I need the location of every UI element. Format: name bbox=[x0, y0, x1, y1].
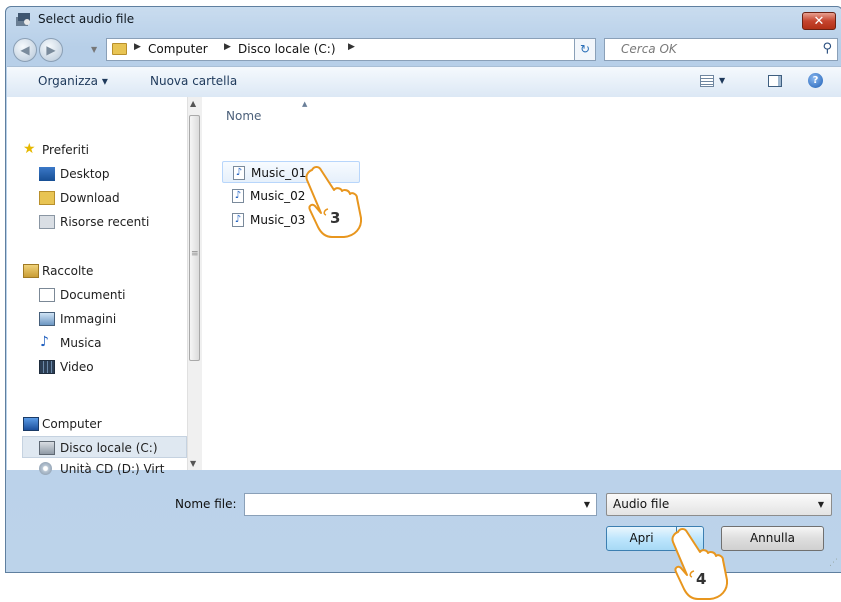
nav-item-label: Documenti bbox=[60, 288, 126, 302]
address-row: ◀ ▶ ▼ ▶ Computer ▶ Disco locale (C:) ▶ ▼… bbox=[6, 33, 841, 65]
step-3-hand-pointer-icon: 3 bbox=[305, 166, 363, 238]
close-button[interactable]: ✕ bbox=[802, 12, 836, 30]
breadcrumb-separator-icon[interactable]: ▶ bbox=[134, 42, 141, 52]
music-note-icon: ♪ bbox=[40, 334, 49, 350]
scroll-grip-icon: ≡ bbox=[191, 249, 199, 259]
refresh-button[interactable]: ↻ bbox=[574, 38, 596, 61]
refresh-icon: ↻ bbox=[579, 42, 591, 56]
audio-file-icon: ♪ bbox=[232, 213, 244, 227]
forward-button[interactable]: ▶ bbox=[39, 38, 63, 62]
scroll-down-icon[interactable]: ▼ bbox=[190, 459, 196, 468]
navigation-scrollbar[interactable]: ▲ ≡ ▼ bbox=[187, 97, 202, 470]
video-icon bbox=[39, 360, 55, 374]
audio-file-icon: ♪ bbox=[233, 166, 245, 180]
nav-item-label: Musica bbox=[60, 336, 102, 350]
documents-icon bbox=[39, 288, 55, 302]
sort-ascending-icon: ▲ bbox=[302, 100, 308, 108]
filename-input[interactable]: ▼ bbox=[244, 493, 597, 516]
audio-file-icon: ♪ bbox=[232, 189, 244, 203]
breadcrumb-computer[interactable]: Computer bbox=[148, 42, 208, 56]
nav-item-documents[interactable]: Documenti bbox=[7, 284, 187, 306]
nav-item-disco-locale[interactable]: Disco locale (C:) bbox=[22, 436, 187, 458]
search-placeholder: Cerca OK bbox=[621, 42, 677, 56]
back-arrow-icon: ◀ bbox=[20, 43, 30, 57]
navigation-pane: ★ Preferiti Desktop Download Risorse rec… bbox=[7, 97, 202, 476]
recent-places-icon bbox=[39, 215, 55, 229]
recent-pages-chevron-down-icon[interactable]: ▼ bbox=[91, 45, 97, 54]
resize-grip-icon[interactable]: ⋰ bbox=[829, 558, 838, 568]
scroll-up-icon[interactable]: ▲ bbox=[190, 99, 196, 108]
forward-arrow-icon: ▶ bbox=[46, 43, 56, 57]
nav-group-computer[interactable]: Computer bbox=[7, 413, 187, 435]
breadcrumb-separator-icon[interactable]: ▶ bbox=[224, 42, 231, 52]
nav-group-favorites[interactable]: ★ Preferiti bbox=[7, 139, 187, 161]
breadcrumb-disco-locale[interactable]: Disco locale (C:) bbox=[238, 42, 336, 56]
title-bar[interactable]: Select audio file ✕ bbox=[6, 7, 841, 33]
step-3-number: 3 bbox=[330, 209, 340, 227]
change-view-icon[interactable] bbox=[700, 75, 714, 87]
step-4-hand-pointer-icon: 4 bbox=[671, 528, 729, 600]
file-type-value: Audio file bbox=[613, 497, 670, 511]
address-bar[interactable]: ▶ Computer ▶ Disco locale (C:) ▶ ▼ bbox=[106, 38, 588, 61]
step-4-number: 4 bbox=[696, 570, 706, 588]
view-options-chevron-down-icon[interactable]: ▼ bbox=[719, 76, 725, 85]
nav-group-computer-label: Computer bbox=[42, 417, 102, 431]
preview-pane-icon[interactable] bbox=[768, 75, 782, 87]
command-toolbar: Organizza ▾ Nuova cartella ▼ ? bbox=[7, 66, 841, 98]
cancel-button-label: Annulla bbox=[749, 531, 796, 545]
app-icon bbox=[16, 13, 30, 26]
nav-group-favorites-label: Preferiti bbox=[42, 143, 89, 157]
cancel-button[interactable]: Annulla bbox=[721, 526, 824, 551]
file-type-select[interactable]: Audio file ▼ bbox=[606, 493, 832, 516]
nav-item-pictures[interactable]: Immagini bbox=[7, 308, 187, 330]
search-input[interactable]: Cerca OK ⚲ bbox=[604, 38, 838, 61]
nav-item-recent[interactable]: Risorse recenti bbox=[7, 211, 187, 233]
file-type-chevron-down-icon: ▼ bbox=[817, 500, 824, 509]
desktop-icon bbox=[39, 167, 55, 181]
libraries-icon bbox=[23, 264, 39, 278]
close-icon: ✕ bbox=[813, 14, 825, 29]
nav-group-libraries-label: Raccolte bbox=[42, 264, 94, 278]
nav-item-label: Risorse recenti bbox=[60, 215, 150, 229]
new-folder-button[interactable]: Nuova cartella bbox=[150, 74, 237, 88]
nav-item-video[interactable]: Video bbox=[7, 356, 187, 378]
help-icon[interactable]: ? bbox=[808, 73, 823, 88]
folder-icon bbox=[112, 43, 127, 55]
nav-item-label: Download bbox=[60, 191, 120, 205]
filename-history-chevron-down-icon[interactable]: ▼ bbox=[584, 500, 590, 509]
back-button[interactable]: ◀ bbox=[13, 38, 37, 62]
nav-item-download[interactable]: Download bbox=[7, 187, 187, 209]
column-header-name[interactable]: Nome bbox=[226, 109, 261, 123]
search-icon[interactable]: ⚲ bbox=[822, 41, 832, 56]
window-title: Select audio file bbox=[38, 12, 135, 26]
nav-group-libraries[interactable]: Raccolte bbox=[7, 260, 187, 282]
hard-drive-icon bbox=[39, 441, 55, 455]
filename-label: Nome file: bbox=[175, 497, 237, 511]
pictures-icon bbox=[39, 312, 55, 326]
organize-button[interactable]: Organizza ▾ bbox=[38, 74, 108, 88]
scrollbar-thumb[interactable] bbox=[189, 115, 200, 361]
nav-item-music[interactable]: ♪ Musica bbox=[7, 332, 187, 354]
star-icon: ★ bbox=[23, 141, 36, 157]
nav-item-desktop[interactable]: Desktop bbox=[7, 163, 187, 185]
nav-item-label: Desktop bbox=[60, 167, 110, 181]
nav-item-label: Immagini bbox=[60, 312, 117, 326]
download-folder-icon bbox=[39, 191, 55, 205]
breadcrumb-separator-icon[interactable]: ▶ bbox=[348, 42, 355, 52]
file-dialog-window: Select audio file ✕ ◀ ▶ ▼ ▶ Computer ▶ D… bbox=[5, 6, 841, 573]
nav-item-label: Disco locale (C:) bbox=[60, 441, 158, 455]
nav-item-label: Video bbox=[60, 360, 94, 374]
computer-icon bbox=[23, 417, 39, 431]
file-list-pane: Nome ▲ ♪ Music_01 ♪ Music_02 ♪ Music_03 bbox=[202, 97, 841, 470]
